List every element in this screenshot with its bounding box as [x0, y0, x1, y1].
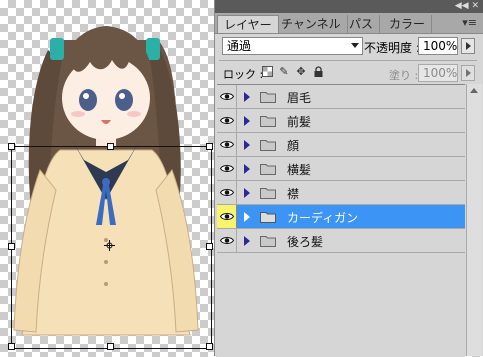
opacity-slider-button[interactable] [461, 38, 475, 54]
expand-triangle-icon[interactable] [244, 236, 250, 246]
layer-name: 顔 [287, 139, 300, 153]
panel-menu-icon[interactable]: ▾≡ [462, 16, 477, 29]
eye-icon [220, 141, 234, 148]
tab-layers[interactable]: レイヤー [217, 15, 279, 33]
visibility-toggle[interactable] [217, 205, 237, 228]
eye-icon [220, 213, 234, 220]
eye-icon [220, 165, 234, 172]
transform-handle-middle-right[interactable] [206, 243, 213, 250]
scroll-up-icon[interactable] [470, 88, 478, 93]
layer-row-back-hair[interactable]: 後ろ髪 [217, 229, 465, 253]
visibility-toggle[interactable] [217, 229, 237, 252]
layer-name: 眉毛 [287, 91, 312, 105]
panel-tab-bar: レイヤー チャンネル パス カラー ▾≡ [215, 13, 483, 34]
layer-list: 眉毛 前髪 顔 横髪 襟 カーディガン 後ろ髪 [217, 84, 465, 357]
transform-handle-bottom-left[interactable] [8, 343, 15, 350]
opacity-input[interactable]: 100% [418, 37, 458, 55]
chevron-down-icon [351, 43, 359, 48]
lock-all-icon[interactable] [312, 66, 324, 78]
layer-row-eyebrows[interactable]: 眉毛 [217, 85, 465, 109]
layer-row-face[interactable]: 顔 [217, 133, 465, 157]
expand-triangle-icon[interactable] [244, 116, 250, 126]
tab-channels[interactable]: チャンネル [275, 15, 348, 33]
layer-row-collar[interactable]: 襟 [217, 181, 465, 205]
folder-icon [260, 212, 276, 223]
lock-label: ロック : [223, 68, 264, 81]
layer-name: 前髪 [287, 115, 312, 129]
layer-name: 横髪 [287, 163, 312, 177]
layer-row-front-hair[interactable]: 前髪 [217, 109, 465, 133]
layer-row-cardigan[interactable]: カーディガン [217, 205, 465, 229]
tab-paths[interactable]: パス [343, 15, 381, 33]
folder-icon [260, 236, 276, 247]
layer-row-side-hair[interactable]: 横髪 [217, 157, 465, 181]
fill-label: 塗り : [389, 69, 419, 82]
visibility-toggle[interactable] [217, 85, 237, 108]
fill-slider-button[interactable] [461, 65, 475, 81]
expand-triangle-icon[interactable] [244, 188, 250, 198]
visibility-toggle[interactable] [217, 157, 237, 180]
layer-name: 襟 [287, 187, 300, 201]
lock-transparent-icon[interactable] [261, 66, 273, 78]
transform-handle-middle-left[interactable] [8, 243, 15, 250]
opacity-label: 不透明度 : [364, 41, 420, 55]
folder-icon [260, 188, 276, 199]
lock-move-icon[interactable]: ✥ [295, 66, 307, 78]
transform-handle-top-middle[interactable] [107, 143, 114, 150]
collapse-panel-icon[interactable]: ◀◀ ✕ [455, 0, 479, 13]
visibility-toggle[interactable] [217, 181, 237, 204]
blend-mode-select[interactable]: 通過 [222, 37, 363, 55]
expand-triangle-icon[interactable] [244, 212, 250, 222]
eye-icon [220, 189, 234, 196]
expand-triangle-icon[interactable] [244, 92, 250, 102]
panel-title-bar[interactable]: ◀◀ ✕ [215, 0, 483, 13]
eye-icon [220, 93, 234, 100]
divider [219, 60, 477, 61]
transform-handle-top-right[interactable] [206, 143, 213, 150]
layer-list-scrollbar[interactable] [466, 84, 482, 356]
folder-icon [260, 92, 276, 103]
layer-name: カーディガン [287, 211, 359, 225]
tab-color[interactable]: カラー [383, 15, 433, 33]
expand-triangle-icon[interactable] [244, 164, 250, 174]
layers-panel: ◀◀ ✕ レイヤー チャンネル パス カラー ▾≡ 通過 不透明度 : 100%… [214, 0, 483, 357]
folder-icon [260, 140, 276, 151]
blend-mode-value: 通過 [227, 39, 252, 53]
fill-input[interactable]: 100% [418, 64, 458, 82]
folder-icon [260, 116, 276, 127]
folder-icon [260, 164, 276, 175]
transform-handle-top-left[interactable] [8, 143, 15, 150]
eye-icon [220, 237, 234, 244]
eye-icon [220, 117, 234, 124]
visibility-toggle[interactable] [217, 133, 237, 156]
transform-handle-bottom-right[interactable] [206, 343, 213, 350]
visibility-toggle[interactable] [217, 109, 237, 132]
lock-paint-icon[interactable]: ✎ [278, 66, 290, 78]
layer-name: 後ろ髪 [287, 235, 324, 249]
expand-triangle-icon[interactable] [244, 140, 250, 150]
transform-pivot-icon[interactable] [104, 240, 115, 251]
transform-handle-bottom-middle[interactable] [107, 343, 114, 350]
canvas-area[interactable] [0, 0, 214, 356]
